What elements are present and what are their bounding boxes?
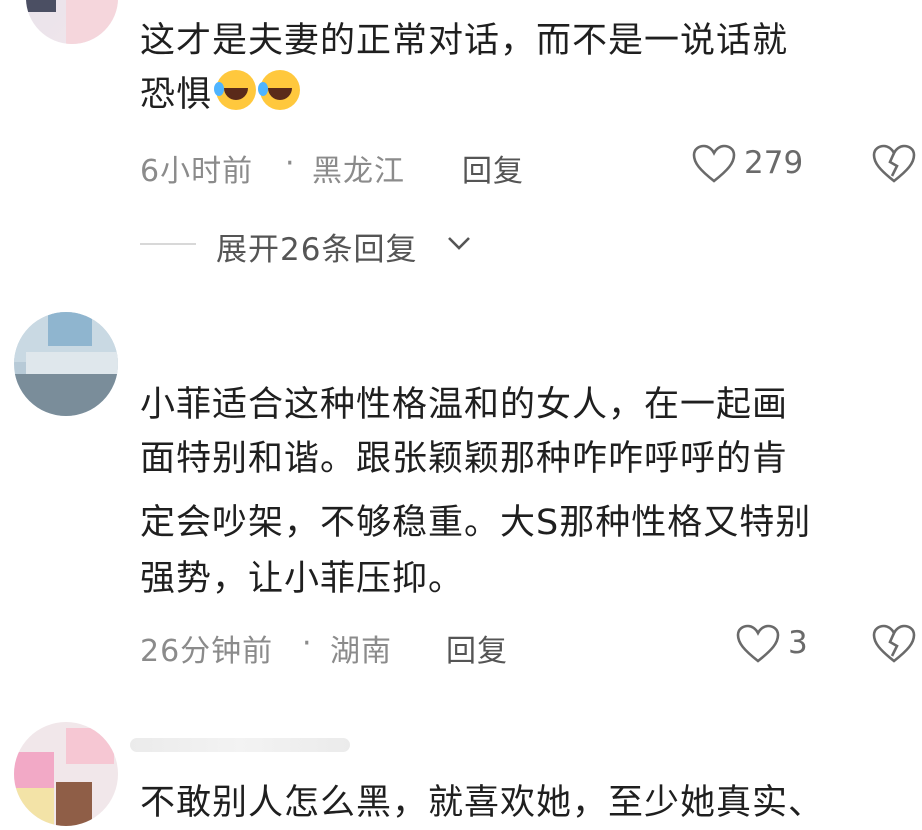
comment-text-line: 这才是夫妻的正常对话，而不是一说话就 — [140, 21, 789, 61]
laugh-emoji-icon — [214, 70, 257, 110]
heart-outline-icon[interactable] — [736, 624, 780, 664]
meta-separator: · — [285, 146, 296, 181]
comment-text-line: 不敢别人怎么黑，就喜欢她，至少她真实、 — [140, 783, 825, 823]
chevron-down-icon[interactable] — [446, 234, 472, 252]
comment-text-line: 恐惧 — [140, 68, 301, 122]
comment-text-line: 强势，让小菲压抑。 — [140, 559, 465, 599]
comment-text-line: 定会吵架，不够稳重。大S那种性格又特别 — [140, 503, 812, 543]
comment-text-line: 小菲适合这种性格温和的女人，在一起画 — [140, 385, 789, 425]
meta-separator: · — [302, 626, 313, 661]
avatar[interactable] — [14, 312, 118, 416]
comment-text-line: 面特别和谐。跟张颖颖那种咋咋呼呼的肯 — [140, 439, 789, 479]
like-count: 279 — [744, 145, 804, 181]
avatar-shape — [14, 788, 54, 826]
comment-location: 黑龙江 — [312, 154, 405, 189]
comment-location: 湖南 — [330, 634, 392, 669]
comment-timestamp: 26分钟前 — [140, 634, 274, 669]
avatar-shape — [26, 352, 118, 374]
avatar[interactable] — [26, 0, 118, 44]
expand-replies-button[interactable]: 展开26条回复 — [216, 224, 417, 269]
broken-heart-icon[interactable] — [872, 624, 916, 664]
comment-timestamp: 6小时前 — [140, 154, 254, 189]
heart-outline-icon[interactable] — [692, 144, 736, 184]
avatar-shape — [14, 752, 54, 788]
avatar-ground — [14, 374, 118, 416]
laugh-emoji-icon — [258, 70, 301, 110]
avatar-shape — [48, 312, 92, 346]
avatar-shape — [56, 782, 92, 826]
broken-heart-icon[interactable] — [872, 144, 916, 184]
reply-button[interactable]: 回复 — [462, 146, 524, 190]
username-blurred — [130, 738, 350, 752]
like-count: 3 — [788, 625, 808, 661]
avatar-shape — [66, 728, 114, 764]
avatar[interactable] — [14, 722, 118, 826]
reply-button[interactable]: 回复 — [446, 626, 508, 670]
divider-line — [140, 243, 196, 245]
